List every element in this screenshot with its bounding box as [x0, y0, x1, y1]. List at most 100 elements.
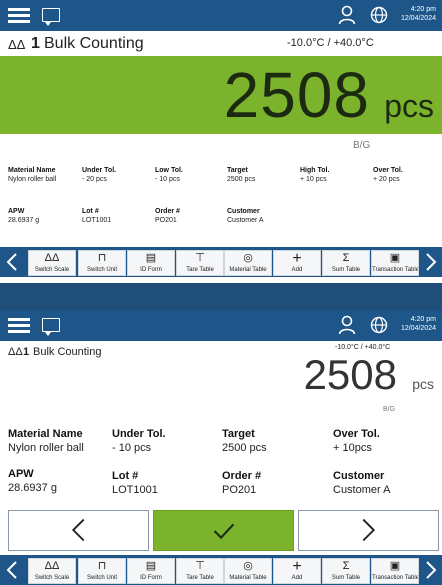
- softkey-label: Tare Table: [186, 267, 214, 273]
- field-label: Target: [222, 428, 255, 440]
- hamburger-menu-icon[interactable]: [8, 8, 30, 24]
- previous-button[interactable]: [8, 510, 149, 551]
- field-label: Lot #: [112, 470, 139, 482]
- field-value: - 10 pcs: [155, 176, 180, 183]
- application-name: Bulk Counting: [33, 346, 102, 358]
- field-label: Target: [227, 167, 248, 174]
- softkey-transaction-table[interactable]: ▣ Transaction Table: [371, 250, 419, 276]
- field-value: LOT1001: [112, 484, 158, 496]
- softkey-label: Add: [291, 267, 303, 273]
- temperature-range: -10.0°C / +40.0°C: [287, 37, 374, 49]
- scale-number: 1: [31, 35, 40, 52]
- clock: 4:20 pm 12/04/2024: [401, 5, 436, 23]
- field-label: Material Name: [8, 167, 56, 174]
- material-icon: ◎: [243, 560, 253, 572]
- field-value: Nylon roller ball: [8, 176, 57, 183]
- softkey-label: Switch Unit: [86, 267, 117, 273]
- field-target: Target 2500 pcs: [222, 427, 267, 455]
- field-value: - 10 pcs: [112, 442, 152, 454]
- scale-number: 1: [23, 346, 30, 358]
- panel-bottom: 4:20 pm 12/04/2024 ΔΔ 1 Bulk Counting -1…: [0, 310, 442, 585]
- softkey-label: Tare Table: [186, 575, 214, 581]
- field-over-tol: Over Tol. + 20 pcs: [373, 166, 403, 184]
- form-icon: ▤: [145, 560, 157, 572]
- softkey-sum-table[interactable]: Σ Sum Table: [322, 250, 370, 276]
- softkey-switch-unit[interactable]: ⊓ Switch Unit: [78, 558, 126, 584]
- field-order: Order # PO201: [155, 207, 180, 225]
- softkey-label: Transaction Table: [372, 267, 418, 273]
- field-value: PO201: [222, 484, 257, 496]
- field-value: 28.6937 g: [8, 217, 40, 224]
- chevron-right-icon: [362, 518, 376, 542]
- gross-net-indicator: B/G: [353, 140, 371, 151]
- confirm-button[interactable]: [153, 510, 294, 551]
- clock-date: 12/04/2024: [400, 325, 436, 332]
- field-label: Customer: [333, 470, 385, 482]
- field-label: Customer: [227, 208, 260, 215]
- softkey-add[interactable]: + Add: [273, 250, 321, 276]
- next-button[interactable]: [298, 510, 439, 551]
- panel-top: 4:20 pm 12/04/2024 ΔΔ 1 Bulk Counting -1…: [0, 0, 442, 283]
- field-label: Over Tol.: [373, 167, 403, 174]
- softkey-material-table[interactable]: ◎ Material Table: [224, 250, 272, 276]
- field-value: Nylon roller ball: [8, 442, 84, 454]
- weight-display: 2508 pcs: [0, 56, 442, 134]
- scale-icon: ΔΔ: [44, 560, 60, 572]
- field-under-tol: Under Tol. - 10 pcs: [112, 427, 166, 455]
- chat-icon[interactable]: [42, 8, 60, 26]
- softkey-switch-unit[interactable]: ⊓ Switch Unit: [78, 250, 126, 276]
- globe-icon[interactable]: [370, 6, 388, 24]
- transaction-icon: ▣: [389, 252, 401, 264]
- field-label: Under Tol.: [112, 428, 166, 440]
- weight-value: 2508: [303, 351, 397, 398]
- softkey-add[interactable]: + Add: [273, 558, 321, 584]
- softkey-next-arrow-icon[interactable]: [421, 560, 439, 580]
- softkey-label: Switch Scale: [34, 575, 70, 581]
- field-value: + 10pcs: [333, 442, 372, 454]
- weight-icon: ⊓: [97, 252, 107, 264]
- softkey-transaction-table[interactable]: ▣ Transaction Table: [371, 558, 419, 584]
- material-icon: ◎: [243, 252, 253, 264]
- softkey-label: Add: [291, 575, 303, 581]
- field-label: High Tol.: [300, 167, 330, 174]
- weight-value: 2508: [223, 59, 370, 131]
- field-label: Low Tol.: [155, 167, 183, 174]
- transaction-icon: ▣: [389, 560, 401, 572]
- field-low-tol: Low Tol. - 10 pcs: [155, 166, 183, 184]
- weight-unit: pcs: [384, 88, 434, 124]
- field-material-name: Material Name Nylon roller ball: [8, 166, 56, 184]
- softkey-prev-arrow-icon[interactable]: [4, 252, 22, 272]
- gross-net-indicator: B/G: [383, 406, 396, 413]
- hamburger-menu-icon[interactable]: [8, 318, 30, 334]
- field-label: Over Tol.: [333, 428, 380, 440]
- weight-icon: ⊓: [97, 560, 107, 572]
- field-label: Order #: [155, 208, 180, 215]
- softkey-id-form[interactable]: ▤ ID Form: [127, 250, 175, 276]
- user-icon[interactable]: [338, 5, 356, 25]
- softkey-switch-scale[interactable]: ΔΔ Switch Scale: [28, 250, 76, 276]
- field-value: + 10 pcs: [300, 176, 327, 183]
- globe-icon[interactable]: [370, 316, 388, 334]
- softkey-label: ID Form: [140, 575, 162, 581]
- chat-icon[interactable]: [42, 318, 60, 336]
- softkey-switch-scale[interactable]: ΔΔ Switch Scale: [28, 558, 76, 584]
- softkey-tare-table[interactable]: ⊤ Tare Table: [176, 250, 224, 276]
- softkey-prev-arrow-icon[interactable]: [4, 560, 22, 580]
- user-icon[interactable]: [338, 315, 356, 335]
- field-material-name: Material Name Nylon roller ball: [8, 427, 84, 455]
- clock-time: 4:20 pm: [410, 6, 436, 13]
- form-icon: ▤: [145, 252, 157, 264]
- application-name: Bulk Counting: [44, 35, 144, 52]
- field-label: APW: [8, 208, 25, 215]
- softkey-next-arrow-icon[interactable]: [421, 252, 439, 272]
- field-value: 2500 pcs: [222, 442, 267, 454]
- field-over-tol: Over Tol. + 10pcs: [333, 427, 380, 455]
- field-value: 2500 pcs: [227, 176, 256, 183]
- field-value: 28.6937 g: [8, 482, 57, 494]
- scale-icon: ΔΔ: [44, 252, 60, 264]
- scale-icon: ΔΔ: [8, 346, 23, 358]
- softkey-id-form[interactable]: ▤ ID Form: [127, 558, 175, 584]
- softkey-material-table[interactable]: ◎ Material Table: [224, 558, 272, 584]
- softkey-tare-table[interactable]: ⊤ Tare Table: [176, 558, 224, 584]
- softkey-sum-table[interactable]: Σ Sum Table: [322, 558, 370, 584]
